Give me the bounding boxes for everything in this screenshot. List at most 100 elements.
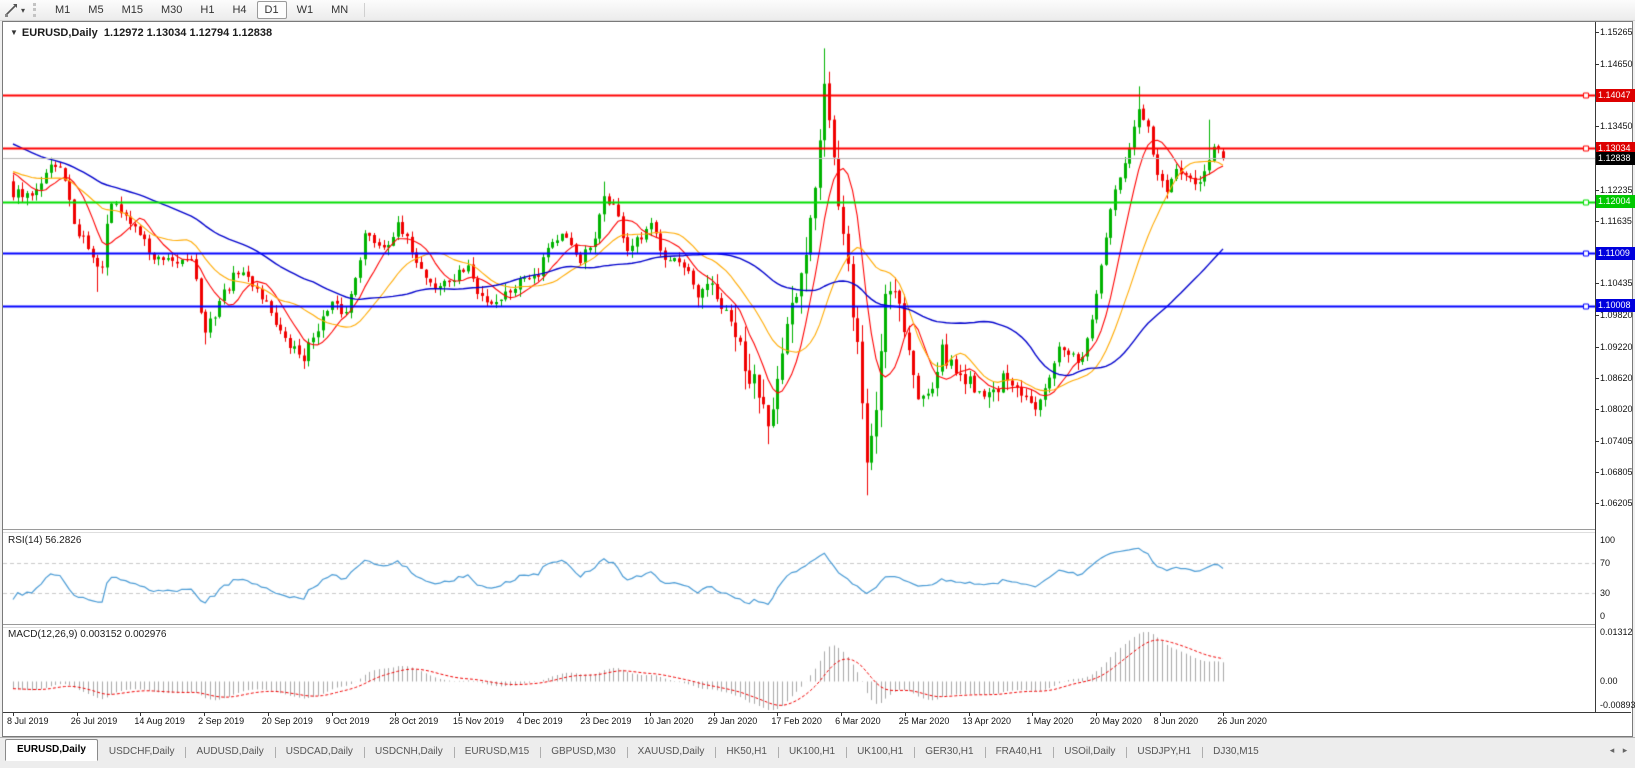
chart-tab-audusd-daily[interactable]: AUDUSD,Daily [185,741,274,761]
timeframe-button-w1[interactable]: W1 [289,1,322,19]
macd-axis-label: 0.01312 [1600,626,1635,638]
date-tick-mark [1160,713,1161,716]
date-label: 4 Dec 2019 [517,716,563,726]
toolbar-separator [364,3,365,17]
chart-tab-usdcad-daily[interactable]: USDCAD,Daily [275,741,364,761]
macd-axis-label: -0.00893 [1600,699,1635,711]
date-tick-mark [140,713,141,716]
timeframe-button-m1[interactable]: M1 [47,1,78,19]
macd-axis-label: 0.00 [1600,675,1635,687]
rsi-name: RSI(14) [8,535,42,546]
price-tick-mark [1595,221,1599,222]
date-label: 1 May 2020 [1026,716,1073,726]
chart-tab-fra40-h1[interactable]: FRA40,H1 [985,741,1054,761]
macd-label: MACD(12,26,9) 0.003152 0.002976 [8,629,166,640]
chart-tab-uk100-h1[interactable]: UK100,H1 [778,741,846,761]
chart-tab-xauusd-daily[interactable]: XAUUSD,Daily [627,741,716,761]
date-label: 6 Mar 2020 [835,716,881,726]
chart-collapse-icon[interactable]: ▼ [10,28,18,37]
date-label: 8 Jul 2019 [7,716,49,726]
price-tick-mark [1595,315,1599,316]
timeframe-button-d1[interactable]: D1 [257,1,287,19]
timeframe-button-m15[interactable]: M15 [114,1,151,19]
price-tick-label: 1.06805 [1600,466,1635,478]
date-label: 20 Sep 2019 [262,716,313,726]
price-tick-mark [1595,441,1599,442]
chart-ohlc-readout: 1.12972 1.13034 1.12794 1.12838 [104,27,272,39]
price-tick-label: 1.06205 [1600,497,1635,509]
date-label: 23 Dec 2019 [580,716,631,726]
top-toolbar: ▾ M1M5M15M30H1H4D1W1MN [0,0,1635,21]
date-label: 26 Jun 2020 [1217,716,1267,726]
chart-tab-hk50-h1[interactable]: HK50,H1 [715,741,778,761]
cursor-tool-icon[interactable] [2,2,20,18]
date-tick-mark [1096,713,1097,716]
date-tick-mark [395,713,396,716]
chart-tabs: EURUSD,DailyUSDCHF,DailyAUDUSD,DailyUSDC… [0,738,1635,761]
chart-tab-eurusd-daily[interactable]: EURUSD,Daily [5,739,98,761]
price-tag-support-1.10008: 1.10008 [1596,299,1635,312]
timeframe-button-m5[interactable]: M5 [80,1,111,19]
date-label: 15 Nov 2019 [453,716,504,726]
timeframe-button-h1[interactable]: H1 [192,1,222,19]
date-tick-mark [586,713,587,716]
price-tick-mark [1595,347,1599,348]
date-tick-mark [1223,713,1224,716]
price-tick-mark [1595,190,1599,191]
price-chart-pane[interactable] [3,22,1595,529]
price-tick-mark [1595,503,1599,504]
chart-window: ▼ EURUSD,Daily 1.12972 1.13034 1.12794 1.… [2,21,1633,737]
rsi-value: 56.2826 [45,535,81,546]
chart-tab-ger30-h1[interactable]: GER30,H1 [914,741,984,761]
chart-symbol-period: EURUSD,Daily [22,27,98,39]
price-tick-mark [1595,283,1599,284]
price-tick-label: 1.14650 [1600,58,1635,70]
pane-resize-separator[interactable] [3,624,1595,628]
date-label: 2 Sep 2019 [198,716,244,726]
date-tick-mark [905,713,906,716]
date-tick-mark [13,713,14,716]
chart-tab-usdcnh-daily[interactable]: USDCNH,Daily [364,741,454,761]
date-label: 26 Jul 2019 [71,716,118,726]
price-tick-label: 1.09220 [1600,341,1635,353]
price-tick-mark [1595,378,1599,379]
date-tick-mark [841,713,842,716]
price-tick-label: 1.15265 [1600,26,1635,38]
date-label: 9 Oct 2019 [326,716,370,726]
date-tick-mark [523,713,524,716]
timeframe-button-group: M1M5M15M30H1H4D1W1MN [46,1,357,19]
timeframe-button-mn[interactable]: MN [323,1,356,19]
price-tick-label: 1.13450 [1600,120,1635,132]
date-tick-mark [777,713,778,716]
price-tick-mark [1595,472,1599,473]
timeframe-button-h4[interactable]: H4 [224,1,254,19]
chart-tab-usoil-daily[interactable]: USOil,Daily [1053,741,1126,761]
chart-tab-uk100-h1[interactable]: UK100,H1 [846,741,914,761]
toolbar-dropdown-caret[interactable]: ▾ [21,6,25,15]
price-tick-label: 1.10435 [1600,277,1635,289]
date-tick-mark [969,713,970,716]
pane-resize-separator[interactable] [3,529,1595,533]
chart-tab-eurusd-m15[interactable]: EURUSD,M15 [454,741,540,761]
rsi-axis-label: 100 [1600,534,1635,546]
timeframe-button-m30[interactable]: M30 [153,1,190,19]
rsi-axis-label: 30 [1600,587,1635,599]
price-tick-label: 1.11635 [1600,215,1635,227]
price-tag-resistance-1.14047: 1.14047 [1596,89,1635,102]
date-tick-mark [268,713,269,716]
price-tick-label: 1.08620 [1600,372,1635,384]
date-tick-mark [204,713,205,716]
toolbar-grip [33,3,39,17]
macd-indicator-pane[interactable] [3,627,1595,712]
price-tag-support-1.12004: 1.12004 [1596,195,1635,208]
macd-name: MACD(12,26,9) [8,629,77,640]
rsi-indicator-pane[interactable] [3,532,1595,624]
chart-tab-dj30-m15[interactable]: DJ30,M15 [1202,741,1270,761]
tab-scroll-right-icon[interactable]: ▸ [1620,745,1630,756]
price-tick-label: 1.12235 [1600,184,1635,196]
chart-tab-usdchf-daily[interactable]: USDCHF,Daily [98,741,186,761]
tab-scroll-left-icon[interactable]: ◂ [1607,745,1617,756]
price-tick-label: 1.07405 [1600,435,1635,447]
chart-tab-gbpusd-m30[interactable]: GBPUSD,M30 [540,741,626,761]
chart-tab-usdjpy-h1[interactable]: USDJPY,H1 [1126,741,1202,761]
